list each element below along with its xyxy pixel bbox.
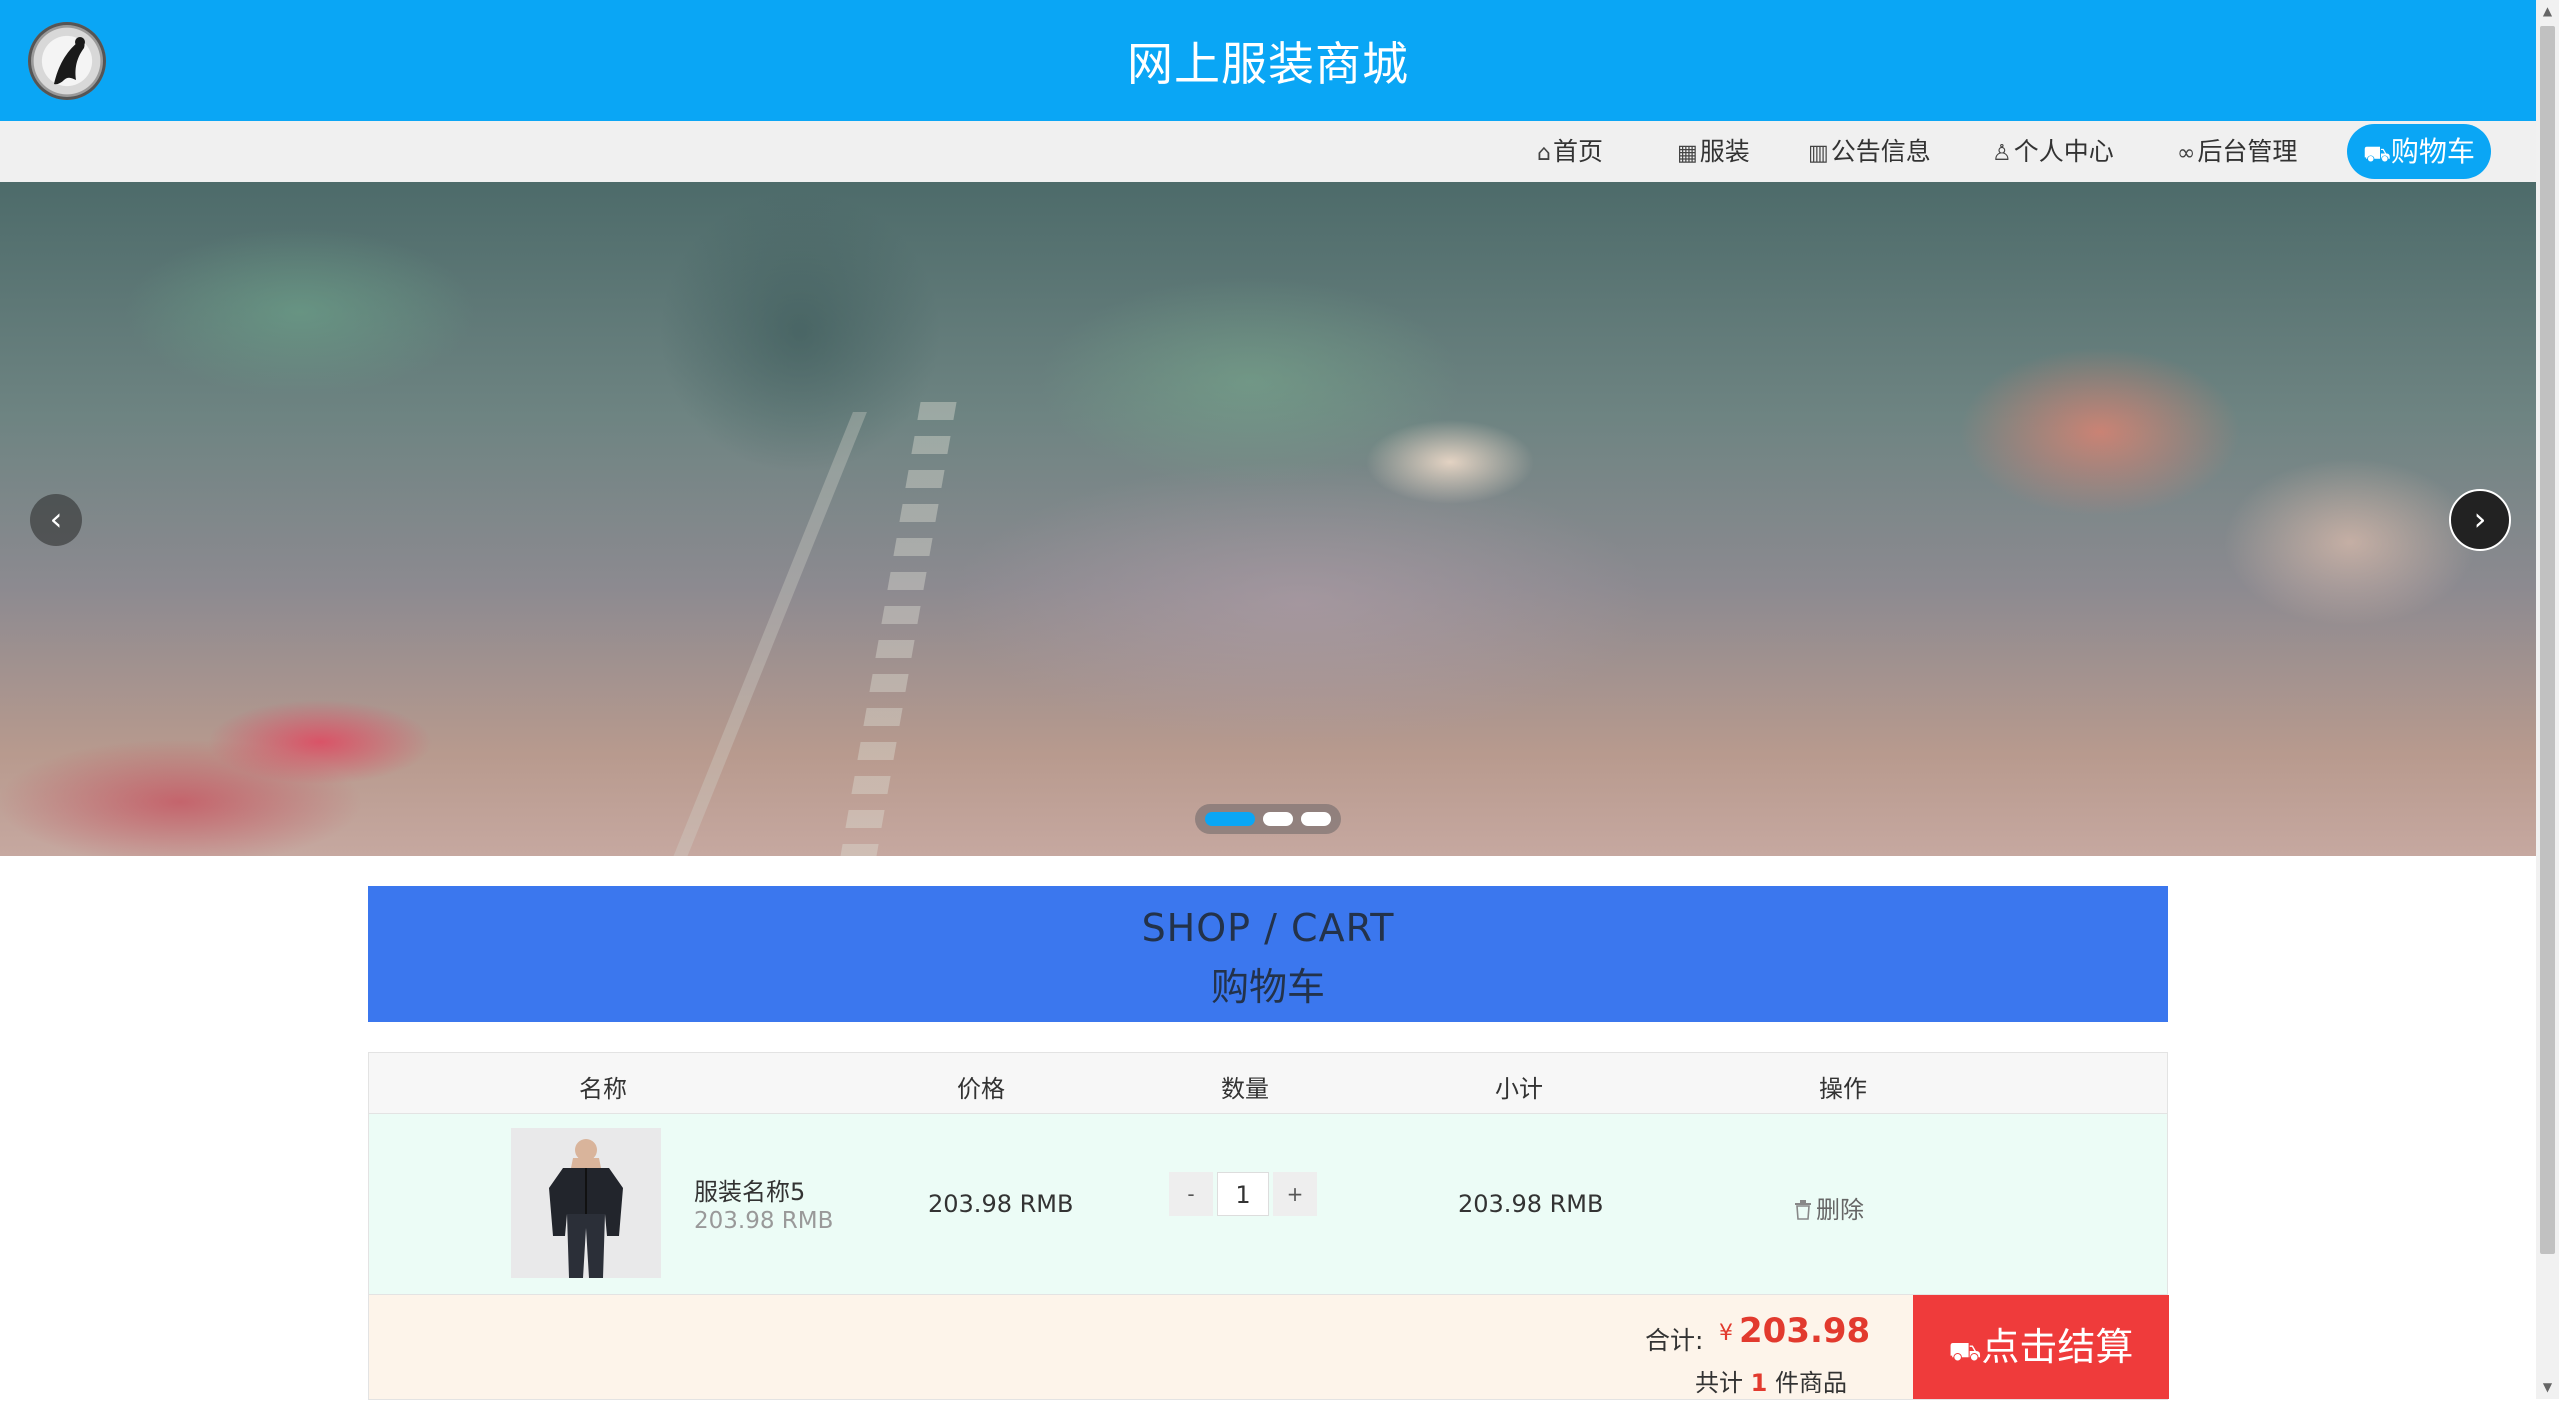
carousel-next-button[interactable]: › bbox=[2449, 489, 2511, 551]
nav-item-label: 个人中心 bbox=[2013, 137, 2114, 166]
nav-item-label: 购物车 bbox=[2390, 135, 2475, 168]
cart-icon: ⛟ bbox=[1948, 1337, 1982, 1367]
quantity-input[interactable]: 1 bbox=[1217, 1172, 1269, 1216]
header-bar: 网上服装商城 bbox=[0, 0, 2536, 121]
nav-item-label: 服装 bbox=[1699, 137, 1750, 166]
table-row: 服装名称5 203.98 RMB 203.98 RMB - 1 + 203.98… bbox=[368, 1114, 2168, 1295]
nav-item-home[interactable]: ⌂首页 bbox=[1537, 133, 1603, 171]
item-count-prefix: 共计 bbox=[1695, 1369, 1743, 1397]
cart-table: 名称 价格 数量 小计 操作 服装名称5 203.98 RMB 203.98 R… bbox=[368, 1052, 2169, 1400]
currency-symbol: ¥ bbox=[1719, 1321, 1733, 1346]
table-header: 名称 价格 数量 小计 操作 bbox=[368, 1052, 2168, 1114]
item-count-value: 1 bbox=[1750, 1369, 1768, 1397]
column-header-name: 名称 bbox=[579, 1075, 627, 1103]
delete-button[interactable]: 删除 bbox=[1794, 1190, 1864, 1225]
nav-item-admin[interactable]: ∞后台管理 bbox=[2177, 133, 2297, 171]
nav-item-cart[interactable]: ⛟购物车 bbox=[2347, 124, 2491, 179]
column-header-price: 价格 bbox=[957, 1075, 1005, 1103]
link-icon: ∞ bbox=[2177, 141, 2196, 166]
banner-image-detail bbox=[667, 412, 867, 856]
scroll-up-icon[interactable]: ▲ bbox=[2540, 4, 2555, 18]
main-nav: ⌂首页 ▦服装 ▥公告信息 ♙个人中心 ∞后台管理 ⛟购物车 bbox=[0, 121, 2536, 183]
scroll-down-icon[interactable]: ▼ bbox=[2540, 1380, 2555, 1394]
total-amount: 203.98 bbox=[1739, 1311, 1871, 1351]
cart-title-en: SHOP / CART bbox=[1141, 906, 1395, 950]
notice-icon: ▥ bbox=[1808, 141, 1829, 166]
product-name[interactable]: 服装名称5 bbox=[694, 1172, 805, 1207]
item-count-suffix: 件商品 bbox=[1774, 1369, 1847, 1397]
nav-item-label: 后台管理 bbox=[2197, 137, 2298, 166]
nav-item-clothing[interactable]: ▦服装 bbox=[1677, 133, 1750, 171]
gift-icon: ▦ bbox=[1677, 141, 1698, 166]
nav-item-label: 首页 bbox=[1552, 137, 1603, 166]
checkout-label: 点击结算 bbox=[1981, 1325, 2134, 1369]
product-thumbnail[interactable] bbox=[511, 1128, 661, 1278]
banner-image-detail bbox=[839, 402, 957, 856]
delete-label: 删除 bbox=[1816, 1196, 1864, 1224]
trash-icon bbox=[1795, 1200, 1811, 1220]
page-scrollbar[interactable]: ▲ ▼ bbox=[2536, 0, 2559, 1399]
quantity-increase-button[interactable]: + bbox=[1273, 1172, 1317, 1216]
quantity-decrease-button[interactable]: - bbox=[1169, 1172, 1213, 1216]
product-photo-icon bbox=[511, 1128, 661, 1278]
carousel-dot-1[interactable] bbox=[1205, 812, 1255, 826]
subtotal-cell: 203.98 RMB bbox=[1458, 1190, 1604, 1218]
nav-item-label: 公告信息 bbox=[1830, 137, 1931, 166]
checkout-button[interactable]: ⛟点击结算 bbox=[1913, 1295, 2169, 1399]
carousel-dot-3[interactable] bbox=[1301, 812, 1331, 826]
nav-item-notices[interactable]: ▥公告信息 bbox=[1808, 133, 1931, 171]
site-title: 网上服装商城 bbox=[1127, 37, 1409, 91]
carousel-dot-2[interactable] bbox=[1263, 812, 1293, 826]
user-icon: ♙ bbox=[1992, 141, 2012, 166]
column-header-quantity: 数量 bbox=[1221, 1075, 1269, 1103]
cart-summary: 合计: ¥ 203.98 共计 1 件商品 ⛟点击结算 bbox=[368, 1295, 2169, 1400]
cart-title-cn: 购物车 bbox=[1210, 965, 1325, 1009]
total-label: 合计: bbox=[1645, 1326, 1704, 1355]
price-cell: 203.98 RMB bbox=[928, 1190, 1074, 1218]
column-header-action: 操作 bbox=[1819, 1075, 1867, 1103]
carousel-prev-button[interactable]: ‹ bbox=[30, 494, 82, 546]
carousel-indicators bbox=[1195, 804, 1341, 834]
cart-icon: ⛟ bbox=[2363, 142, 2391, 167]
cart-heading: SHOP / CART 购物车 bbox=[368, 886, 2168, 1022]
scrollbar-thumb[interactable] bbox=[2540, 26, 2555, 1254]
home-icon: ⌂ bbox=[1537, 141, 1551, 166]
item-count: 共计 1 件商品 bbox=[1695, 1363, 1847, 1398]
nav-item-profile[interactable]: ♙个人中心 bbox=[1992, 133, 2114, 171]
product-unit-price: 203.98 RMB bbox=[694, 1208, 834, 1234]
banner-carousel: ‹ › bbox=[0, 182, 2536, 856]
column-header-subtotal: 小计 bbox=[1495, 1075, 1543, 1103]
